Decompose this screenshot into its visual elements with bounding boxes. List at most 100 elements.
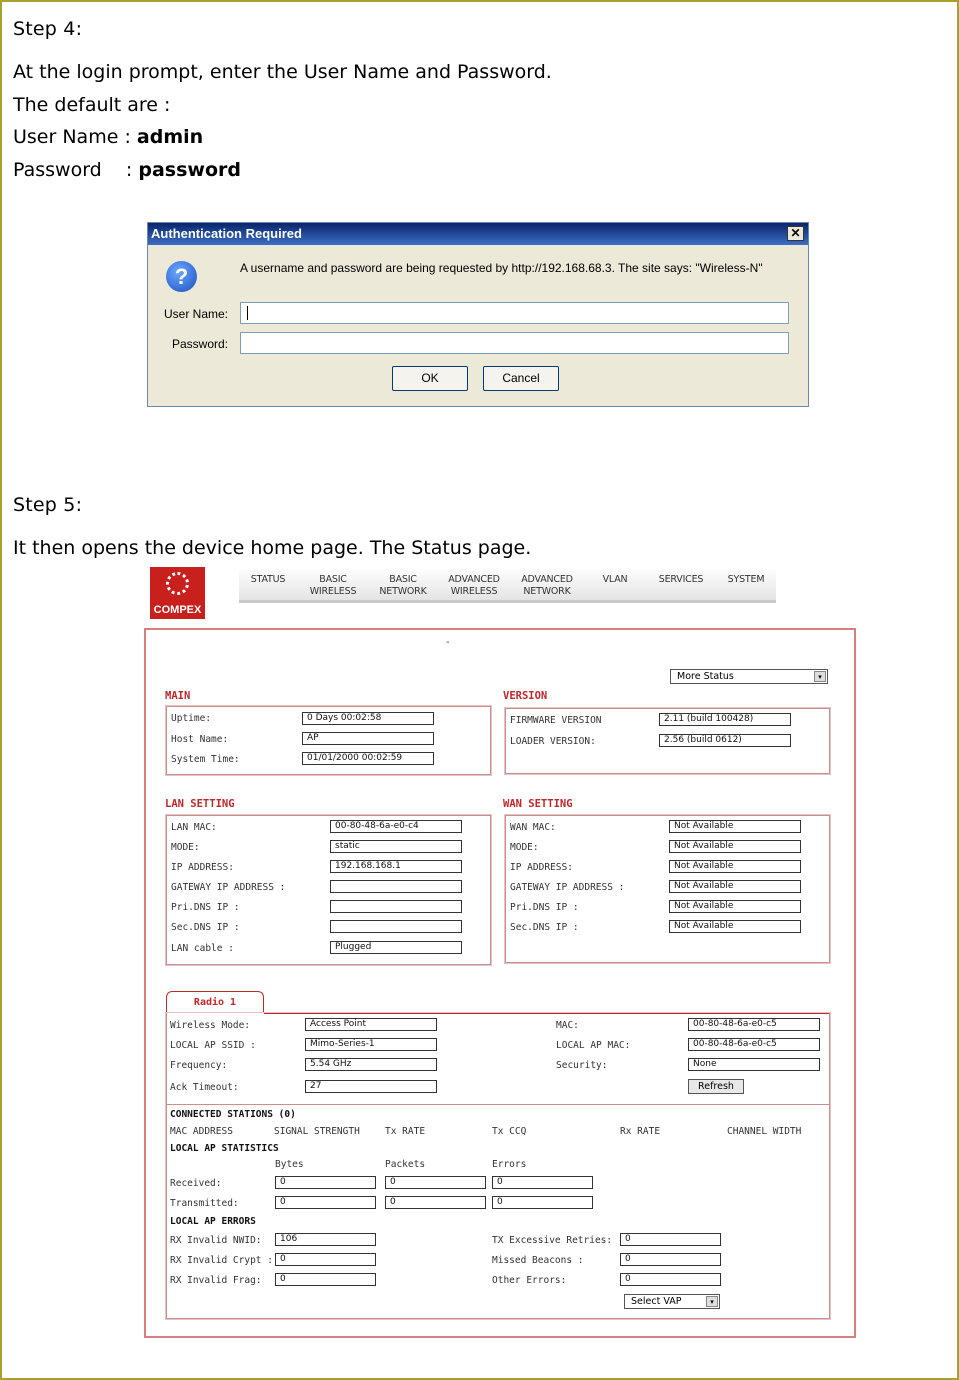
beacons-label: Missed Beacons : (492, 1255, 584, 1266)
frequency-value: 5.54 GHz (305, 1058, 437, 1071)
ssid-label: LOCAL AP SSID : (170, 1040, 256, 1051)
beacons-value: 0 (620, 1253, 721, 1266)
lan-row-value: Plugged (330, 941, 462, 954)
lan-row-value: static (330, 840, 462, 853)
refresh-button[interactable]: Refresh (688, 1079, 744, 1094)
frag-label: RX Invalid Frag: (170, 1275, 262, 1286)
radio-mac-value: 00-80-48-6a-e0-c5 (688, 1018, 820, 1031)
wan-row-value: Not Available (669, 920, 801, 933)
systime-label: System Time: (171, 754, 240, 765)
divider (166, 1104, 830, 1105)
user-value: admin (136, 126, 204, 148)
tab-radio-1[interactable]: Radio 1 (166, 991, 264, 1013)
version-title: VERSION (503, 690, 548, 702)
security-value: None (688, 1058, 820, 1071)
other-errors-value: 0 (620, 1273, 721, 1286)
stats-title: LOCAL AP STATISTICS (170, 1143, 279, 1154)
received-bytes: 0 (275, 1176, 376, 1189)
sun-icon (166, 572, 189, 595)
wan-row-value: Not Available (669, 840, 801, 853)
ssid-value: Mimo-Series-1 (305, 1038, 437, 1051)
nav-services[interactable]: SERVICES (653, 574, 709, 586)
hostname-label: Host Name: (171, 734, 229, 745)
radio-mac-label: MAC: (556, 1020, 579, 1031)
lan-row-label: Pri.DNS IP : (171, 902, 240, 913)
transmitted-packets: 0 (385, 1196, 486, 1209)
chevron-down-icon: ▾ (814, 671, 826, 682)
text-cursor (247, 306, 248, 320)
local-ap-mac-value: 00-80-48-6a-e0-c5 (688, 1038, 820, 1051)
col-tx-ccq: Tx CCQ (492, 1126, 527, 1137)
loader-label: LOADER VERSION: (510, 736, 596, 747)
wan-title: WAN SETTING (503, 798, 573, 810)
nav-advanced-wireless[interactable]: ADVANCED WIRELESS (442, 574, 506, 598)
wan-row-value: Not Available (669, 880, 801, 893)
top-nav: STATUS BASIC WIRELESS BASIC NETWORK ADVANC… (239, 567, 776, 603)
nav-advanced-network[interactable]: ADVANCED NETWORK (515, 574, 579, 598)
lan-row-value (330, 900, 462, 913)
nav-basic-network[interactable]: BASIC NETWORK (373, 574, 433, 598)
transmitted-label: Transmitted: (170, 1198, 239, 1209)
lan-row-value: 00-80-48-6a-e0-c4 (330, 820, 462, 833)
connected-stations-title: CONNECTED STATIONS (0) (170, 1109, 296, 1120)
systime-value: 01/01/2000 00:02:59 (302, 752, 434, 765)
nav-status[interactable]: STATUS (245, 574, 291, 586)
nav-vlan[interactable]: VLAN (595, 574, 635, 586)
dialog-titlebar: Authentication Required ✕ (148, 223, 808, 245)
question-icon: ? (166, 261, 197, 292)
step4-heading: Step 4: (13, 18, 83, 40)
lan-row-label: LAN MAC: (171, 822, 217, 833)
auth-dialog: Authentication Required ✕ ? A username a… (147, 222, 809, 407)
more-status-select[interactable]: More Status ▾ (670, 669, 828, 684)
compex-logo: COMPEX (150, 567, 205, 619)
lan-row-label: IP ADDRESS: (171, 862, 234, 873)
dialog-title: Authentication Required (151, 226, 302, 241)
ok-button[interactable]: OK (392, 366, 468, 391)
col-rx-rate: Rx RATE (620, 1126, 661, 1137)
security-label: Security: (556, 1060, 608, 1071)
frag-value: 0 (275, 1273, 376, 1286)
step5-heading: Step 5: (13, 494, 83, 516)
ack-value: 27 (305, 1080, 437, 1093)
hostname-value: AP (302, 732, 434, 745)
wan-row-label: GATEWAY IP ADDRESS : (510, 882, 625, 893)
nwid-value: 106 (275, 1233, 376, 1246)
close-icon[interactable]: ✕ (787, 226, 804, 241)
stats-errors-header: Errors (492, 1159, 527, 1170)
wan-row-label: WAN MAC: (510, 822, 556, 833)
select-vap-dropdown[interactable]: Select VAP ▾ (624, 1294, 720, 1309)
errors-title: LOCAL AP ERRORS (170, 1216, 256, 1227)
lan-row-label: LAN cable : (171, 943, 234, 954)
username-input[interactable] (240, 302, 789, 324)
nav-system[interactable]: SYSTEM (721, 574, 771, 586)
stats-packets-header: Packets (385, 1159, 426, 1170)
pass-value: password (138, 159, 241, 181)
col-mac-address: MAC ADDRESS (170, 1126, 233, 1137)
wireless-mode-label: Wireless Mode: (170, 1020, 251, 1031)
wan-row-label: Pri.DNS IP : (510, 902, 579, 913)
dash-mark: - (445, 637, 451, 648)
lan-row-label: MODE: (171, 842, 200, 853)
step5-line1: It then opens the device home page. The … (13, 537, 532, 559)
chevron-down-icon: ▾ (706, 1296, 718, 1307)
transmitted-bytes: 0 (275, 1196, 376, 1209)
firmware-value: 2.11 (build 100428) (659, 713, 791, 726)
uptime-label: Uptime: (171, 713, 212, 724)
wan-row-label: IP ADDRESS: (510, 862, 573, 873)
col-channel-width: CHANNEL WIDTH (727, 1126, 802, 1137)
password-input[interactable] (240, 332, 789, 354)
wan-row-label: MODE: (510, 842, 539, 853)
lan-row-label: GATEWAY IP ADDRESS : (171, 882, 286, 893)
wan-row-value: Not Available (669, 860, 801, 873)
pass-label: Password : (13, 159, 139, 181)
nav-basic-wireless[interactable]: BASIC WIRELESS (303, 574, 363, 598)
col-signal-strength: SIGNAL STRENGTH (274, 1126, 360, 1137)
crypt-label: RX Invalid Crypt : (170, 1255, 273, 1266)
wan-row-value: Not Available (669, 820, 801, 833)
crypt-value: 0 (275, 1253, 376, 1266)
username-label: User Name: (163, 307, 228, 321)
ack-label: Ack Timeout: (170, 1082, 239, 1093)
lan-row-label: Sec.DNS IP : (171, 922, 240, 933)
cancel-button[interactable]: Cancel (483, 366, 559, 391)
transmitted-errors: 0 (492, 1196, 593, 1209)
